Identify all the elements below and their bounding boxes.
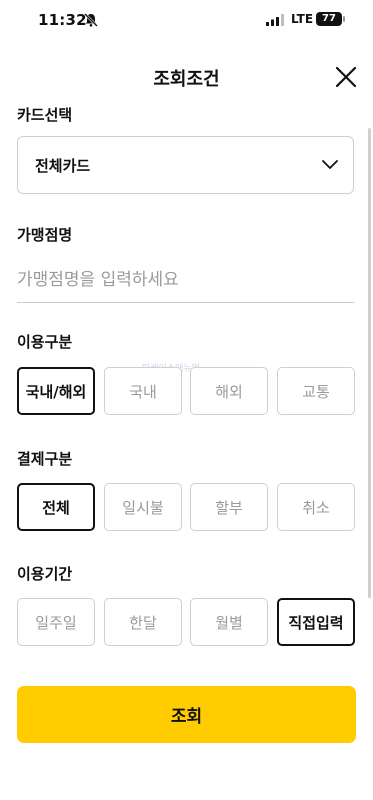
status-bar: 11:32 LTE 77	[0, 0, 373, 42]
period-label: 이용기간	[17, 565, 73, 583]
payment-type-option-4[interactable]: 취소	[277, 483, 355, 531]
page-title: 조회조건	[153, 69, 220, 90]
period-option-1[interactable]: 일주일	[17, 598, 95, 646]
close-icon[interactable]	[331, 62, 361, 92]
usage-type-option-1[interactable]: 국내/해외	[17, 367, 95, 415]
bell-muted-icon	[84, 13, 98, 27]
usage-type-option-3[interactable]: 해외	[190, 367, 268, 415]
payment-type-option-1[interactable]: 전체	[17, 483, 95, 531]
status-time: 11:32	[38, 11, 87, 29]
payment-type-option-2[interactable]: 일시불	[104, 483, 182, 531]
usage-type-option-2[interactable]: 국내	[104, 367, 182, 415]
payment-type-option-3[interactable]: 할부	[190, 483, 268, 531]
usage-type-option-4[interactable]: 교통	[277, 367, 355, 415]
battery-tip	[343, 16, 345, 22]
card-select-value: 전체카드	[35, 157, 91, 175]
merchant-input[interactable]	[17, 258, 354, 303]
period-option-3[interactable]: 월별	[190, 598, 268, 646]
merchant-label: 가맹점명	[17, 226, 73, 244]
chevron-down-icon	[322, 160, 338, 169]
signal-icon	[266, 14, 284, 26]
search-button[interactable]: 조회	[17, 686, 356, 743]
period-option-4[interactable]: 직접입력	[277, 598, 355, 646]
payment-type-label: 결제구분	[17, 450, 73, 468]
card-select-label: 카드선택	[17, 106, 73, 124]
period-option-2[interactable]: 한달	[104, 598, 182, 646]
battery-icon: 77	[316, 12, 342, 26]
card-select-dropdown[interactable]: 전체카드	[17, 136, 354, 194]
network-type: LTE	[291, 12, 314, 26]
usage-type-label: 이용구분	[17, 333, 73, 351]
scrollbar[interactable]	[368, 128, 371, 598]
